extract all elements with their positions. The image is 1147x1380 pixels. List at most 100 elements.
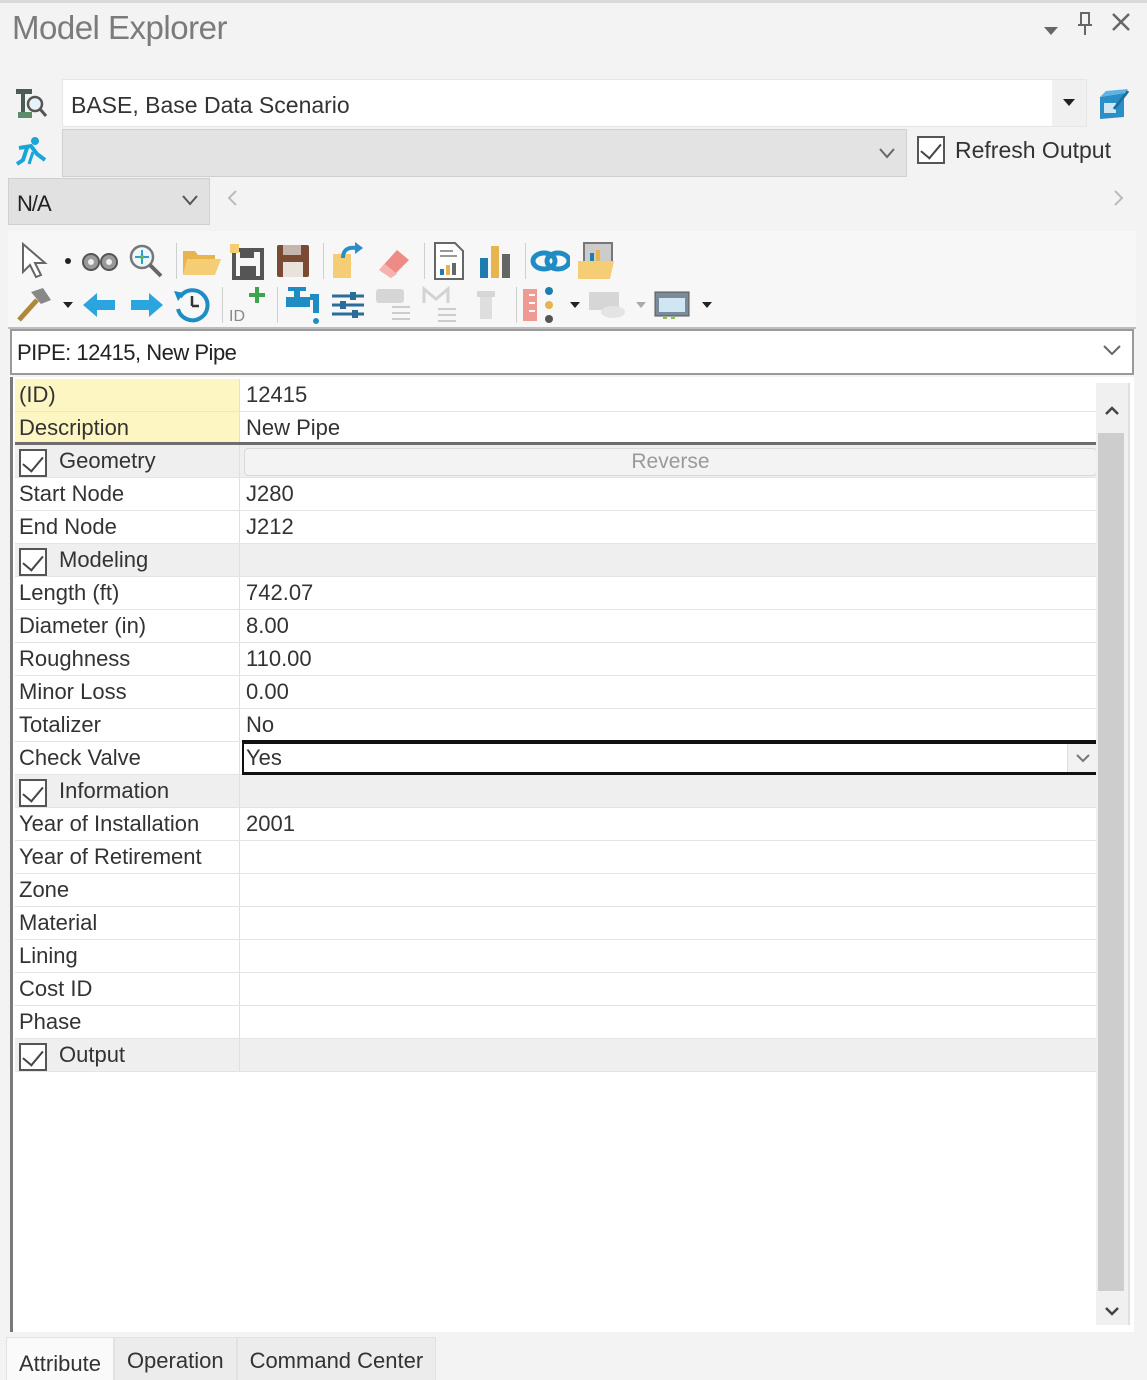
property-grid-scrollbar[interactable] (1096, 383, 1130, 1325)
property-row[interactable]: Totalizer No (15, 709, 1097, 742)
property-value[interactable]: 0.00 (240, 676, 1097, 708)
property-value[interactable]: 8.00 (240, 610, 1097, 642)
open-report-folder-button[interactable] (576, 239, 616, 283)
grid-view-dropdown-button[interactable] (699, 283, 715, 327)
new-save-button[interactable] (227, 239, 267, 283)
check-valve-select[interactable]: Yes (242, 740, 1097, 776)
property-row[interactable]: Material (15, 907, 1097, 940)
property-value[interactable]: J280 (240, 478, 1097, 510)
toolbar-separator (222, 287, 223, 323)
property-value[interactable]: No (240, 709, 1097, 741)
property-row-id[interactable]: (ID) 12415 (15, 379, 1097, 412)
property-row-check-valve[interactable]: Check Valve Yes (15, 740, 1097, 776)
graph-button[interactable] (475, 239, 515, 283)
history-button[interactable] (172, 283, 212, 327)
collapse-checkbox-icon[interactable] (19, 779, 47, 807)
add-id-button[interactable]: ID (227, 283, 267, 327)
tab-attribute[interactable]: Attribute (6, 1337, 114, 1380)
element-selector-dropdown[interactable]: PIPE: 12415, New Pipe (10, 329, 1134, 375)
color-code-button[interactable] (521, 283, 561, 327)
open-button[interactable] (181, 239, 221, 283)
tap-button[interactable] (282, 283, 322, 327)
filter-button[interactable] (466, 283, 506, 327)
property-value[interactable]: 2001 (240, 808, 1097, 840)
filter-dropdown[interactable]: N/A (8, 178, 210, 225)
collapse-checkbox-icon[interactable] (19, 1043, 47, 1071)
scenario-dropdown-arrow[interactable] (1052, 80, 1086, 126)
dropdown-arrow-icon (636, 302, 646, 308)
property-row[interactable]: Phase (15, 1006, 1097, 1039)
select-dropdown-button[interactable] (60, 239, 76, 283)
property-row[interactable]: Length (ft) 742.07 (15, 577, 1097, 610)
property-value[interactable]: J212 (240, 511, 1097, 543)
refresh-output-checkbox[interactable]: Refresh Output (917, 136, 1111, 164)
property-row[interactable]: Cost ID (15, 973, 1097, 1006)
property-value[interactable]: 742.07 (240, 577, 1097, 609)
property-row[interactable]: Year of Installation 2001 (15, 808, 1097, 841)
run-icon[interactable] (12, 133, 50, 171)
property-row-description[interactable]: Description New Pipe (15, 412, 1097, 445)
scenario-dropdown[interactable]: BASE, Base Data Scenario (62, 79, 1087, 127)
reverse-button[interactable]: Reverse (244, 448, 1097, 476)
settings-lines-button[interactable] (328, 283, 368, 327)
property-value[interactable] (240, 973, 1097, 1005)
property-row[interactable]: Roughness 110.00 (15, 643, 1097, 676)
property-row[interactable]: Start Node J280 (15, 478, 1097, 511)
alternative-dropdown[interactable] (62, 129, 907, 177)
property-value[interactable]: New Pipe (240, 412, 1097, 442)
scroll-down-icon[interactable] (1096, 1291, 1128, 1331)
split-button[interactable] (420, 283, 460, 327)
property-row[interactable]: Year of Retirement (15, 841, 1097, 874)
select-pointer-button[interactable] (14, 239, 54, 283)
back-button[interactable] (80, 283, 120, 327)
scenario-search-icon[interactable] (12, 85, 50, 123)
property-row[interactable]: End Node J212 (15, 511, 1097, 544)
hammer-dropdown-button[interactable] (60, 283, 76, 327)
property-value[interactable]: 12415 (240, 379, 1097, 411)
view-button[interactable] (587, 283, 627, 327)
message-button[interactable] (374, 283, 414, 327)
scenario-properties-button[interactable] (1094, 83, 1134, 123)
property-value[interactable] (240, 841, 1097, 873)
scroll-right-icon[interactable] (1113, 187, 1125, 213)
zoom-to-button[interactable] (126, 239, 166, 283)
scrollbar-thumb[interactable] (1098, 433, 1124, 1291)
collapse-checkbox-icon[interactable] (19, 548, 47, 576)
collapse-checkbox-icon[interactable] (19, 449, 47, 477)
dropdown-arrow-icon (570, 302, 580, 308)
color-code-dropdown-button[interactable] (567, 283, 583, 327)
report-button[interactable] (429, 239, 469, 283)
property-label: Minor Loss (15, 676, 240, 708)
property-value[interactable] (240, 907, 1097, 939)
hammer-button[interactable] (14, 283, 54, 327)
save-button[interactable] (273, 239, 313, 283)
view-dropdown-button[interactable] (633, 283, 649, 327)
scroll-left-icon[interactable] (226, 187, 238, 213)
scroll-up-icon[interactable] (1096, 391, 1128, 431)
tab-command-center[interactable]: Command Center (236, 1337, 437, 1380)
pin-icon[interactable] (1076, 11, 1094, 42)
tab-operation[interactable]: Operation (113, 1337, 237, 1380)
find-button[interactable] (80, 239, 120, 283)
property-row[interactable]: Minor Loss 0.00 (15, 676, 1097, 709)
category-modeling[interactable]: Modeling (15, 544, 1097, 577)
property-row[interactable]: Zone (15, 874, 1097, 907)
erase-button[interactable] (374, 239, 414, 283)
close-icon[interactable] (1110, 11, 1132, 38)
category-geometry[interactable]: Geometry Reverse (15, 445, 1097, 478)
category-information[interactable]: Information (15, 775, 1097, 808)
property-label: Diameter (in) (15, 610, 240, 642)
window-menu-icon[interactable] (1043, 17, 1059, 41)
property-value[interactable]: 110.00 (240, 643, 1097, 675)
chevron-down-icon[interactable] (1067, 744, 1097, 772)
property-value[interactable] (240, 874, 1097, 906)
property-value[interactable] (240, 1006, 1097, 1038)
forward-button[interactable] (126, 283, 166, 327)
import-button[interactable] (328, 239, 368, 283)
property-value[interactable] (240, 940, 1097, 972)
category-output[interactable]: Output (15, 1039, 1097, 1072)
link-button[interactable] (530, 239, 570, 283)
grid-view-button[interactable] (653, 283, 693, 327)
property-row[interactable]: Lining (15, 940, 1097, 973)
property-row[interactable]: Diameter (in) 8.00 (15, 610, 1097, 643)
